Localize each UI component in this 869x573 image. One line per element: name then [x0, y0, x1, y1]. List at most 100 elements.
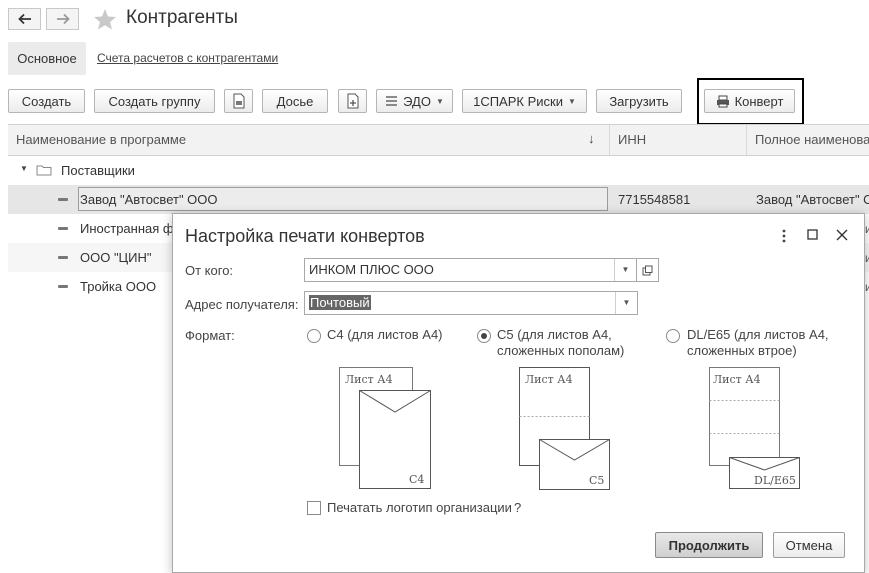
print-logo-label[interactable]: Печатать логотип организации [327, 500, 512, 515]
dl-sheet-text: Лист А4 [713, 373, 761, 386]
cancel-button[interactable]: Отмена [773, 532, 845, 558]
forward-button[interactable] [46, 8, 79, 30]
format-c5-line1: С5 (для листов А4, [497, 327, 612, 342]
from-dropdown-button[interactable]: ▼ [614, 259, 636, 281]
c4-sheet-text: Лист А4 [345, 373, 393, 386]
hidden-cell-fragment: и [865, 222, 869, 236]
format-c4-label[interactable]: С4 (для листов А4) [327, 327, 443, 343]
row-name: Иностранная фи [80, 221, 181, 236]
open-link-button[interactable] [637, 258, 659, 282]
printer-icon [716, 95, 729, 107]
table-group-row[interactable]: ▼ Поставщики [8, 156, 869, 185]
chevron-down-icon: ▼ [622, 298, 631, 307]
format-dl-line1: DL/E65 (для листов А4, [687, 327, 829, 342]
format-c4-radio[interactable] [307, 329, 321, 343]
item-marker-icon [58, 198, 68, 201]
menu-dots-icon[interactable] [777, 226, 791, 246]
forward-arrow-icon [56, 13, 70, 25]
column-header-name-label: Наименование в программе [16, 132, 187, 147]
format-c5-line2: сложенных пополам) [497, 343, 625, 358]
hidden-cell-fragment: и [865, 251, 869, 265]
row-full-name: Завод "Автосвет" О [756, 192, 869, 207]
address-select[interactable]: Почтовый ▼ [304, 291, 638, 315]
tab-main[interactable]: Основное [8, 42, 86, 75]
c4-envelope-illustration: Лист А4 C4 [339, 367, 431, 489]
c5-envelope-illustration: Лист А4 C5 [519, 367, 610, 490]
chevron-down-icon: ▼ [435, 96, 444, 106]
cancel-button-label: Отмена [785, 537, 833, 553]
tab-main-label: Основное [17, 51, 77, 66]
from-label: От кого: [185, 263, 234, 278]
create-button[interactable]: Создать [8, 89, 85, 113]
document-icon-button[interactable] [224, 89, 253, 113]
sort-down-icon: ↓ [588, 131, 595, 146]
format-dl-line2: сложенных втрое) [687, 343, 797, 358]
c5-sheet-text: Лист А4 [525, 373, 573, 386]
item-marker-icon [58, 285, 68, 288]
hidden-cell-fragment: и [865, 280, 869, 294]
edo-button-label: ЭДО [403, 93, 431, 109]
group-name: Поставщики [61, 163, 135, 178]
print-logo-checkbox[interactable] [307, 501, 321, 515]
column-header-inn-label: ИНН [618, 132, 647, 147]
page-title: Контрагенты [126, 7, 238, 28]
report-icon-button[interactable] [338, 89, 367, 113]
c5-envelope-text: C5 [589, 474, 604, 487]
format-c5-radio[interactable] [477, 329, 491, 343]
create-group-button[interactable]: Создать группу [94, 89, 215, 113]
dl-envelope-illustration: Лист А4 DL/E65 [709, 367, 800, 489]
address-dropdown-button[interactable]: ▼ [615, 292, 637, 314]
back-arrow-icon [17, 13, 31, 25]
report-icon [347, 93, 358, 109]
address-label: Адрес получателя: [185, 297, 299, 312]
row-name: Тройка ООО [80, 279, 157, 294]
create-group-button-label: Создать группу [108, 93, 201, 109]
envelope-button[interactable]: Конверт [704, 89, 795, 113]
continue-button-label: Продолжить [668, 537, 750, 553]
format-c4-line1: С4 (для листов А4) [327, 327, 443, 342]
dossier-button[interactable]: Досье [262, 89, 328, 113]
from-field[interactable]: ИНКОМ ПЛЮС ООО ▼ [304, 258, 637, 282]
close-icon[interactable] [835, 228, 849, 242]
tab-accounts-link[interactable]: Счета расчетов с контрагентами [97, 51, 278, 65]
back-button[interactable] [8, 8, 41, 30]
load-button-label: Загрузить [609, 93, 669, 109]
folder-icon [36, 165, 52, 176]
item-marker-icon [58, 256, 68, 259]
load-button[interactable]: Загрузить [596, 89, 682, 113]
dossier-button-label: Досье [276, 93, 314, 109]
continue-button[interactable]: Продолжить [655, 532, 763, 558]
item-marker-icon [58, 227, 68, 230]
chevron-down-icon: ▼ [621, 265, 630, 274]
spark-risks-button[interactable]: 1СПАРК Риски ▼ [462, 89, 587, 113]
envelope-button-label: Конверт [734, 93, 784, 109]
row-name: ООО "ЦИН" [80, 250, 152, 265]
edo-button[interactable]: ЭДО ▼ [376, 89, 453, 113]
from-value: ИНКОМ ПЛЮС ООО [309, 262, 434, 277]
column-header-inn[interactable]: ИНН [610, 125, 747, 155]
format-c5-label[interactable]: С5 (для листов А4, сложенных пополам) [497, 327, 624, 359]
chevron-down-icon: ▼ [567, 96, 576, 106]
envelope-print-settings-dialog: Настройка печати конвертов От кого: ИНКО… [172, 213, 865, 573]
c4-envelope-text: C4 [409, 473, 424, 486]
format-dl-radio[interactable] [666, 329, 680, 343]
format-dl-label[interactable]: DL/E65 (для листов А4, сложенных втрое) [687, 327, 829, 359]
dl-envelope-text: DL/E65 [754, 474, 796, 487]
help-icon[interactable]: ? [514, 500, 521, 515]
address-value: Почтовый [309, 295, 371, 310]
row-inn: 7715548581 [618, 192, 691, 207]
row-name: Завод "Автосвет" ООО [80, 192, 218, 207]
edo-icon [386, 96, 398, 106]
column-header-name[interactable]: Наименование в программе [8, 125, 610, 155]
favorite-star-icon[interactable] [93, 8, 117, 30]
expand-triangle-icon[interactable]: ▼ [20, 164, 28, 173]
document-icon [233, 93, 244, 109]
maximize-icon[interactable] [806, 228, 820, 242]
column-header-full-name[interactable]: Полное наименова [747, 125, 869, 155]
create-button-label: Создать [21, 93, 72, 109]
column-header-full-name-label: Полное наименова [755, 132, 869, 147]
open-window-icon [642, 265, 653, 275]
dialog-title: Настройка печати конвертов [185, 226, 425, 246]
table-row[interactable]: Завод "Автосвет" ООО 7715548581 Завод "А… [8, 185, 869, 214]
spark-risks-button-label: 1СПАРК Риски [473, 93, 563, 109]
